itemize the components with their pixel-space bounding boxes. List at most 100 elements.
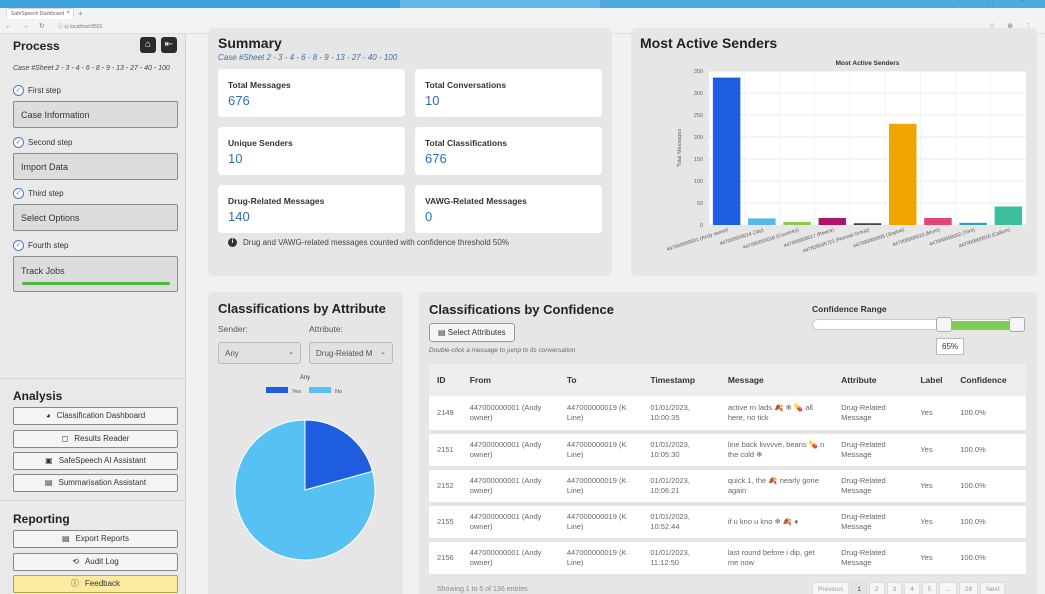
column-header[interactable]: Attribute: [833, 364, 913, 396]
senders-card: Most Active Senders Most Active Senders 0…: [631, 28, 1037, 276]
chevron-down-icon: ⌄: [380, 349, 386, 356]
step-2-label: ✓ Second step: [13, 137, 72, 148]
bar: [712, 77, 741, 225]
column-header[interactable]: From: [461, 364, 559, 396]
table-cell-msg: last round before i dip, get me now: [727, 547, 815, 567]
sender-label: Sender:: [218, 324, 248, 334]
table-row[interactable]: 2149 447000000001 (Andy owner) 44700000001…: [429, 396, 1026, 432]
page-button[interactable]: 2: [868, 582, 885, 594]
column-header[interactable]: Message: [719, 364, 834, 396]
table-row[interactable]: 2155 447000000001 (Andy owner) 44700000001…: [429, 504, 1026, 540]
column-header[interactable]: Timestamp: [642, 364, 720, 396]
robot-icon: ▣: [45, 456, 53, 465]
confidence-title: Classifications by Confidence: [429, 302, 614, 317]
table-cell-to: 447000000019 (K Line): [566, 511, 627, 531]
pagination: Previous 1 2 3 4 5... 28 Next: [812, 582, 1006, 594]
home-icon[interactable]: ⌂: [140, 37, 156, 53]
page-button[interactable]: Next: [980, 582, 1006, 594]
table-cell-label: Yes: [920, 516, 933, 526]
summarisation-assistant-button[interactable]: ▤ Summarisation Assistant: [13, 474, 178, 492]
y-tick-label: 100: [694, 179, 703, 185]
feedback-button[interactable]: ⓘ Feedback: [13, 575, 178, 593]
double-click-hint: Double-click a message to jump to its co…: [429, 347, 576, 354]
check-circle-icon: ✓: [13, 240, 24, 251]
import-data-button[interactable]: Import Data: [13, 153, 178, 180]
legend-swatch-yes: [266, 387, 288, 393]
bar: [818, 217, 847, 225]
page-button[interactable]: 1: [851, 582, 867, 594]
confidence-range-slider[interactable]: [812, 317, 1025, 332]
legend-label-yes: Yes: [292, 389, 301, 395]
table-cell-id: 2152: [437, 480, 454, 490]
y-axis-label: Total Messages: [677, 129, 683, 167]
unique-senders-tile: Unique Senders 10: [218, 127, 405, 175]
table-row[interactable]: 2156 447000000001 (Andy owner) 44700000001…: [429, 540, 1026, 576]
collapse-sidebar-icon[interactable]: ⇤: [161, 37, 177, 53]
export-icon: ▤: [62, 534, 70, 543]
nav-buttons[interactable]: ← → ↻: [5, 22, 49, 30]
case-label: Case #Sheet 2 - 3 - 4 - 6 - 8 - 9 - 13 -…: [13, 65, 170, 72]
table-cell-attr: Drug-Related Message: [841, 439, 886, 459]
analysis-heading: Analysis: [13, 389, 63, 403]
confidence-range-label: Confidence Range: [812, 304, 887, 314]
table-cell-from: 447000000001 (Andy owner): [469, 439, 542, 459]
page-button[interactable]: 28: [958, 582, 979, 594]
classification-dashboard-button[interactable]: ◕ Classification Dashboard: [13, 407, 178, 425]
window-controls[interactable]: – ▢ ✕: [957, 0, 1037, 5]
column-header[interactable]: Confidence: [952, 364, 1026, 396]
slider-max-handle[interactable]: [1009, 317, 1025, 332]
column-header[interactable]: To: [558, 364, 643, 396]
attribute-pie-chart: Any Yes No: [234, 375, 376, 561]
page-button[interactable]: 5: [921, 582, 938, 594]
pie-title: Any: [300, 375, 310, 381]
bar: [748, 218, 776, 225]
table-cell-attr: Drug-Related Message: [841, 511, 886, 531]
y-tick-label: 150: [694, 157, 703, 163]
new-tab-icon[interactable]: +: [78, 9, 83, 18]
page-button[interactable]: 3: [886, 582, 903, 594]
check-circle-icon: ✓: [13, 137, 24, 148]
dashboard-icon: ◕: [45, 411, 51, 420]
drug-related-tile: Drug-Related Messages 140: [218, 185, 405, 233]
browser-tab[interactable]: SafeSpeech Dashboard ×: [6, 8, 74, 19]
bar: [994, 206, 1023, 225]
divider: [0, 378, 186, 379]
select-attributes-button[interactable]: ▤ Select Attributes: [429, 323, 515, 342]
app: Process ⌂ ⇤ Case #Sheet 2 - 3 - 4 - 6 - …: [0, 28, 1045, 594]
page-button[interactable]: 4: [904, 582, 920, 594]
summary-card: Summary Case #Sheet 2 - 3 - 4 - 6 - 8 - …: [208, 28, 612, 276]
case-information-button[interactable]: Case Information: [13, 101, 178, 128]
export-reports-button[interactable]: ▤ Export Reports: [13, 530, 178, 548]
table-cell-label: Yes: [920, 407, 933, 417]
attribute-select[interactable]: Drug-Related M ⌄: [309, 342, 393, 364]
close-icon[interactable]: ×: [66, 10, 70, 16]
table-cell-to: 447000000019 (K Line): [566, 547, 627, 567]
select-options-button[interactable]: Select Options: [13, 204, 178, 231]
results-reader-button[interactable]: ◻ Results Reader: [13, 430, 178, 448]
sidebar: Process ⌂ ⇤ Case #Sheet 2 - 3 - 4 - 6 - …: [0, 34, 186, 594]
page-button[interactable]: Previous: [812, 582, 850, 594]
plot-area: [709, 71, 1026, 225]
column-header[interactable]: ID: [429, 364, 462, 396]
step-3-label: ✓ Third step: [13, 188, 64, 199]
y-tick-label: 300: [694, 91, 703, 97]
slider-handle[interactable]: [936, 317, 953, 332]
url-text: localhost:8501: [70, 24, 103, 30]
y-tick-label: 200: [694, 135, 703, 141]
table-row[interactable]: 2151 447000000001 (Andy owner) 44700000001…: [429, 432, 1026, 468]
table-row[interactable]: 2152 447000000001 (Andy owner) 44700000001…: [429, 468, 1026, 504]
table-cell-conf: 100.0%: [960, 407, 986, 417]
sender-select[interactable]: Any ⌄: [218, 342, 301, 364]
table-cell-ts: 01/01/2023, 11:12:50: [650, 547, 690, 567]
page-button[interactable]: ...: [939, 582, 957, 594]
column-header[interactable]: Label: [912, 364, 953, 396]
sidebar-title: Process: [13, 39, 60, 53]
track-jobs-button[interactable]: Track Jobs: [13, 256, 178, 292]
track-jobs-progress: [22, 282, 170, 285]
check-circle-icon: ✓: [13, 85, 24, 96]
ai-assistant-button[interactable]: ▣ SafeSpeech AI Assistant: [13, 452, 178, 470]
audit-log-button[interactable]: ⟲ Audit Log: [13, 553, 178, 571]
bar: [924, 217, 952, 225]
summary-case-label: Case #Sheet 2 - 3 - 4 - 6 - 8 - 9 - 13 -…: [218, 53, 398, 62]
list-icon: ▤: [438, 328, 448, 337]
